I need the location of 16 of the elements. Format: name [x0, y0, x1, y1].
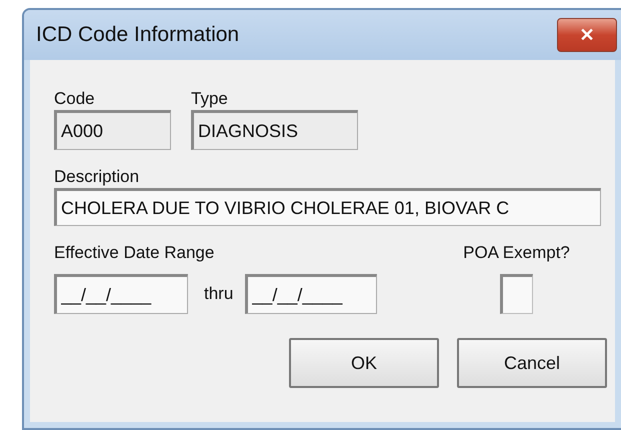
date-range-label: Effective Date Range: [54, 242, 216, 264]
window-title: ICD Code Information: [36, 22, 240, 48]
poa-exempt-label: POA Exempt?: [463, 242, 570, 264]
ok-button[interactable]: OK: [289, 338, 439, 388]
thru-label: thru: [204, 283, 234, 306]
description-field[interactable]: CHOLERA DUE TO VIBRIO CHOLERAE 01, BIOVAR C: [54, 188, 601, 226]
end-date-field[interactable]: __/__/____: [245, 274, 378, 314]
code-label: Code: [54, 88, 96, 110]
start-date-field[interactable]: __/__/____: [54, 274, 188, 314]
poa-exempt-checkbox[interactable]: [500, 274, 533, 314]
cancel-button[interactable]: Cancel: [457, 338, 607, 388]
type-label: Type: [191, 88, 229, 110]
type-field[interactable]: DIAGNOSIS: [191, 110, 358, 150]
close-button[interactable]: ✕: [557, 18, 617, 52]
description-label: Description: [54, 166, 140, 188]
code-field[interactable]: A000: [54, 110, 171, 150]
